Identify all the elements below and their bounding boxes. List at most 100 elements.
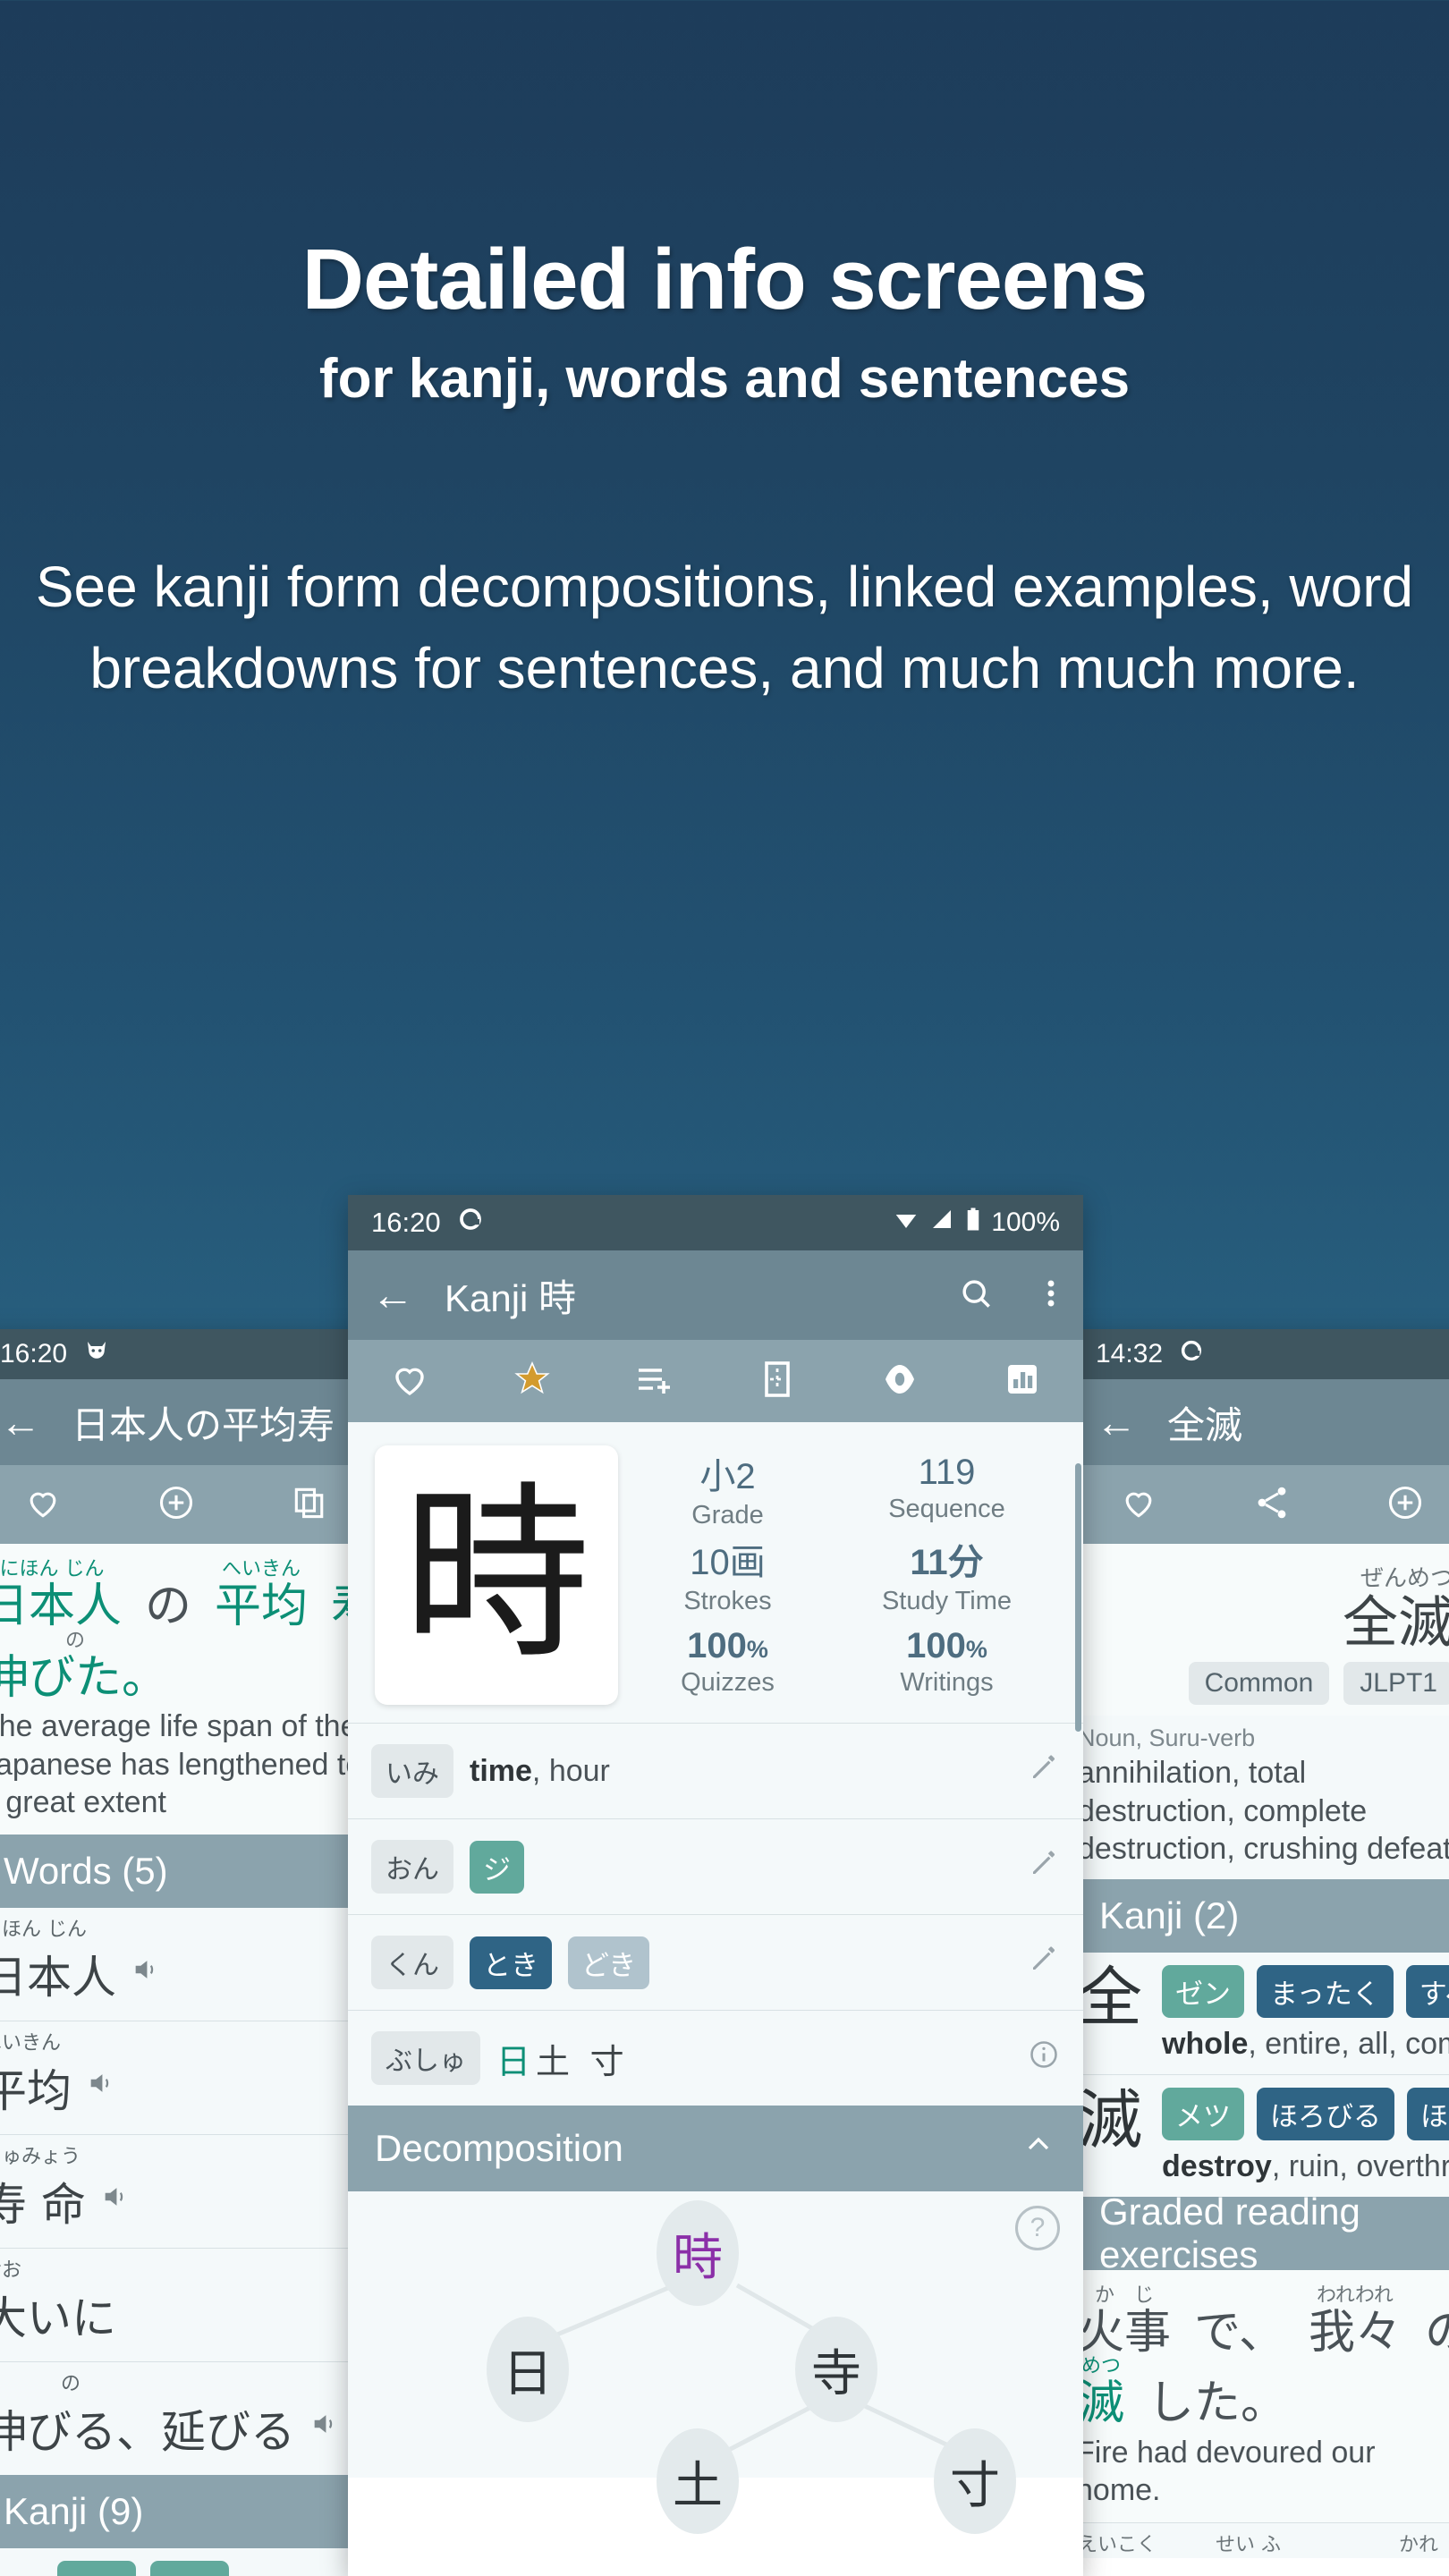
meaning-primary: time xyxy=(470,1753,532,1788)
reading-chip[interactable]: ニチ xyxy=(57,2560,136,2576)
list-item[interactable]: にほん じん 日本人 xyxy=(0,1908,376,2021)
star-filled-icon[interactable] xyxy=(511,1358,554,1405)
stat-quizzes: 100% Quizzes xyxy=(618,1626,837,1698)
chevron-up-icon[interactable] xyxy=(1021,2126,1056,2171)
pencil-icon[interactable] xyxy=(1028,1751,1060,1792)
left-content: にほん じん日本人 の へいきん平均 じ寿 の伸びた。 The average … xyxy=(0,1544,376,2576)
center-status-time: 16:20 xyxy=(371,1207,441,1238)
tree-node-char: 時 xyxy=(673,2228,723,2287)
list-item[interactable]: じゅみょう 寿 命 xyxy=(0,2135,376,2248)
left-words-header[interactable]: Words (5) xyxy=(0,1834,376,1908)
battery-level: 100% xyxy=(991,1208,1060,1237)
furigana: へいきん xyxy=(222,1558,301,1580)
heart-outline-icon[interactable] xyxy=(23,1483,63,1527)
kanji-glyph: 時 xyxy=(402,1465,590,1684)
left-kanji-header[interactable]: Kanji (9) xyxy=(0,2474,376,2548)
tree-node[interactable]: 日 xyxy=(487,2317,569,2422)
heart-outline-icon[interactable] xyxy=(388,1358,431,1405)
reading-chip[interactable]: メツ xyxy=(1162,2087,1245,2140)
token-base[interactable]: 滅 xyxy=(1078,2379,1124,2428)
pencil-icon[interactable] xyxy=(1028,1847,1060,1887)
share-icon[interactable] xyxy=(1252,1483,1292,1527)
table-row[interactable]: 全 ゼン まったく すべて whole, entire, all, comple… xyxy=(1072,1953,1449,2074)
token-base[interactable]: 日本人 xyxy=(0,1582,122,1631)
list-item[interactable]: の の 伸びる、延びる xyxy=(0,2362,376,2475)
reading-chip[interactable]: どき xyxy=(568,1936,650,1989)
stat-value: 10画 xyxy=(690,1543,766,1583)
reading-row-meaning[interactable]: いみ time, hour xyxy=(348,1724,1083,1818)
right-back-button[interactable]: ← xyxy=(1096,1398,1137,1446)
eye-icon[interactable] xyxy=(878,1358,921,1405)
right-page-title: 全滅 xyxy=(1167,1403,1243,1446)
plus-circle-icon[interactable] xyxy=(157,1483,196,1527)
list-item[interactable]: おお 大いに xyxy=(0,2249,376,2361)
reading-chip[interactable]: ほろびる xyxy=(1257,2087,1395,2140)
reading-chip[interactable]: すべて xyxy=(1405,1964,1449,2018)
token-base[interactable]: 平均 xyxy=(215,1582,308,1631)
speaker-icon[interactable] xyxy=(131,1954,161,1993)
center-scrollbar[interactable] xyxy=(1075,1463,1081,1732)
stat-strokes: 10画 Strokes xyxy=(618,1533,837,1616)
copy-icon[interactable] xyxy=(290,1483,329,1527)
speaker-icon[interactable] xyxy=(86,2068,116,2106)
search-icon[interactable] xyxy=(956,1274,996,1318)
kanji-other-meanings: , ruin, overthrow, perish xyxy=(1271,2148,1449,2183)
right-content: ぜんめつ 全滅 Common JLPT1 Noun, Suru-verb ann… xyxy=(1072,1544,1449,2558)
right-reading-header[interactable]: Graded reading exercises xyxy=(1072,2190,1449,2275)
reading-chip[interactable]: とき xyxy=(470,1936,552,1989)
reading-row-on[interactable]: おん ジ xyxy=(348,1819,1083,1914)
token: の伸びた。 xyxy=(0,1631,168,1703)
kanji-card[interactable]: 時 xyxy=(375,1445,618,1705)
stat-study-time: 11分 Study Time xyxy=(837,1533,1056,1616)
reading-row-radical[interactable]: ぶしゅ 日土 寸 xyxy=(348,2011,1083,2106)
center-content: 時 小2 Grade 119 Sequence 10画 Strokes 11分 … xyxy=(348,1422,1083,2534)
reading-chip[interactable]: ジツ xyxy=(150,2560,229,2576)
promo-headline: Detailed info screens xyxy=(301,232,1148,327)
stat-value: 100 xyxy=(906,1625,966,1665)
reading-chip[interactable]: ほろぼす xyxy=(1407,2087,1449,2140)
pencil-icon[interactable] xyxy=(1028,1943,1060,1983)
token-base[interactable]: 伸びた。 xyxy=(0,1653,168,1703)
list-item[interactable]: へいきん 平均 xyxy=(0,2021,376,2134)
stat-label: Grade xyxy=(691,1500,764,1530)
token-base[interactable]: で、 xyxy=(1194,2308,1285,2358)
token: か じ火事 xyxy=(1078,2285,1171,2358)
info-icon[interactable] xyxy=(1028,2038,1060,2079)
plus-circle-icon[interactable] xyxy=(1385,1483,1425,1527)
speaker-icon[interactable] xyxy=(309,2409,340,2447)
decomposition-header[interactable]: Decomposition xyxy=(348,2106,1083,2191)
center-back-button[interactable]: ← xyxy=(371,1271,414,1320)
right-kanji-header[interactable]: Kanji (2) xyxy=(1072,1878,1449,1953)
token-base[interactable]: の xyxy=(1425,2308,1449,2358)
right-reading-next: えいこく せい ふ かれ xyxy=(1072,2523,1449,2558)
add-to-list-icon[interactable] xyxy=(633,1358,676,1405)
circle-notification-icon xyxy=(1179,1338,1204,1370)
furigana: われわれ xyxy=(1317,2284,1394,2307)
reading-chip[interactable]: まったく xyxy=(1257,1964,1394,2018)
stat-grade: 小2 Grade xyxy=(618,1447,837,1530)
more-vert-icon[interactable] xyxy=(1026,1274,1060,1318)
token-base[interactable]: した。 xyxy=(1148,2379,1287,2428)
reading-chip[interactable]: ジ xyxy=(470,1840,524,1894)
tree-node-root[interactable]: 時 xyxy=(657,2200,739,2306)
left-kanji-row[interactable]: 日 ニチ ジツ ひ か xyxy=(0,2548,376,2576)
left-sentence-line-2: の伸びた。 xyxy=(0,1631,376,1703)
left-back-button[interactable]: ← xyxy=(0,1398,41,1446)
reading-row-kun[interactable]: くん とき どき xyxy=(348,1915,1083,2010)
stroke-grid-icon[interactable] xyxy=(756,1358,799,1405)
heart-outline-icon[interactable] xyxy=(1119,1483,1158,1527)
token: めつ滅 xyxy=(1078,2357,1124,2428)
stats-bar-icon[interactable] xyxy=(1001,1358,1044,1405)
token-base[interactable]: 我々 xyxy=(1309,2308,1402,2358)
speaker-icon[interactable] xyxy=(100,2182,131,2220)
table-row[interactable]: 滅 メツ ほろびる ほろぼす destroy, ruin, overthrow,… xyxy=(1072,2075,1449,2197)
reading-chip[interactable]: ゼン xyxy=(1162,1964,1245,2018)
tree-node[interactable]: 寸 xyxy=(934,2428,1016,2534)
tree-node[interactable]: 寺 xyxy=(795,2317,877,2422)
token: の xyxy=(145,1580,191,1631)
furigana: の の xyxy=(0,2372,81,2395)
token-base[interactable]: の xyxy=(145,1582,191,1631)
tree-node[interactable]: 土 xyxy=(657,2428,739,2534)
stat-sequence: 119 Sequence xyxy=(837,1453,1056,1524)
token-base[interactable]: 火事 xyxy=(1078,2308,1171,2358)
